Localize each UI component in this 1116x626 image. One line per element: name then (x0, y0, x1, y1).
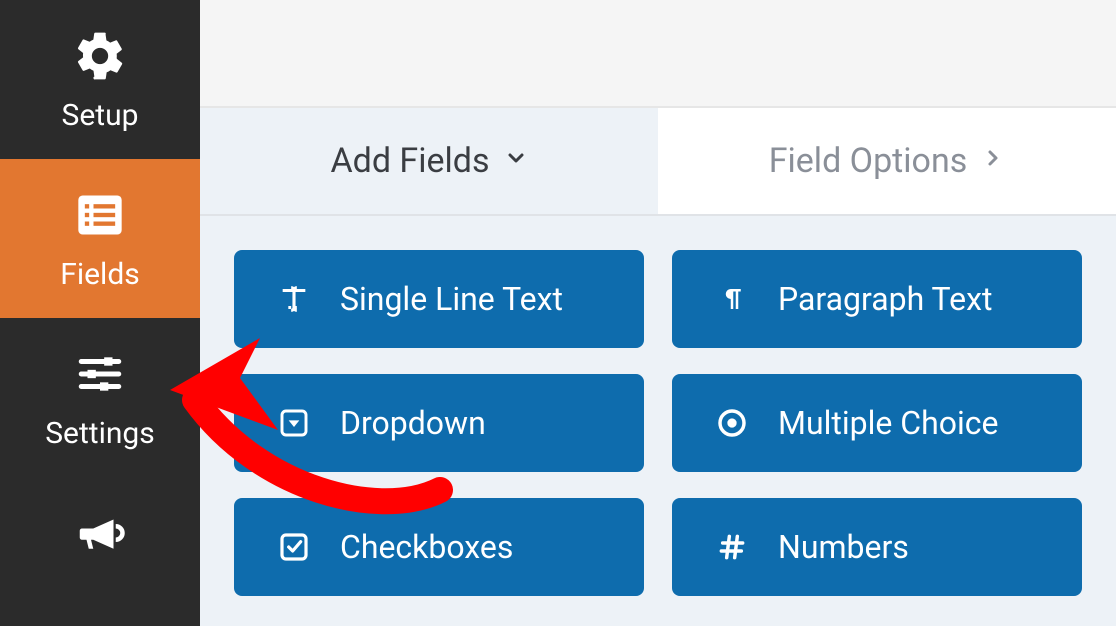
sidebar-label-fields: Fields (60, 257, 139, 292)
field-tabs: Add Fields Field Options (200, 108, 1116, 216)
megaphone-icon (68, 505, 132, 561)
hash-icon (712, 527, 752, 567)
tab-field-options-label: Field Options (769, 141, 968, 181)
sidebar: Setup Fields Settings (0, 0, 200, 626)
field-single-line-text[interactable]: Single Line Text (234, 250, 644, 348)
chevron-right-icon (981, 146, 1005, 177)
field-numbers[interactable]: Numbers (672, 498, 1082, 596)
tab-add-fields-label: Add Fields (330, 141, 489, 181)
tab-field-options[interactable]: Field Options (658, 108, 1116, 214)
field-label: Numbers (778, 528, 909, 566)
tab-add-fields[interactable]: Add Fields (200, 108, 658, 214)
sliders-icon (68, 346, 132, 402)
top-bar (200, 0, 1116, 108)
field-checkboxes[interactable]: Checkboxes (234, 498, 644, 596)
field-label: Single Line Text (340, 280, 563, 318)
field-label: Dropdown (340, 404, 486, 442)
text-cursor-icon (274, 279, 314, 319)
target-icon (712, 403, 752, 443)
field-label: Paragraph Text (778, 280, 992, 318)
field-label: Checkboxes (340, 528, 513, 566)
pilcrow-icon (712, 279, 752, 319)
field-paragraph-text[interactable]: Paragraph Text (672, 250, 1082, 348)
caret-square-icon (274, 403, 314, 443)
field-label: Multiple Choice (778, 404, 998, 442)
field-multiple-choice[interactable]: Multiple Choice (672, 374, 1082, 472)
sidebar-item-settings[interactable]: Settings (0, 318, 200, 477)
sidebar-item-fields[interactable]: Fields (0, 159, 200, 318)
sidebar-label-setup: Setup (62, 98, 139, 133)
field-dropdown[interactable]: Dropdown (234, 374, 644, 472)
fields-panel: Add Fields Field Options Single Line Tex… (200, 108, 1116, 626)
chevron-down-icon (504, 146, 528, 177)
list-icon (68, 187, 132, 243)
sidebar-item-setup[interactable]: Setup (0, 0, 200, 159)
main-panel: Add Fields Field Options Single Line Tex… (200, 0, 1116, 626)
gear-icon (68, 28, 132, 84)
field-grid: Single Line Text Paragraph Text Dropdown… (200, 216, 1116, 596)
sidebar-item-marketing[interactable] (0, 477, 200, 615)
sidebar-label-settings: Settings (45, 416, 155, 451)
check-square-icon (274, 527, 314, 567)
